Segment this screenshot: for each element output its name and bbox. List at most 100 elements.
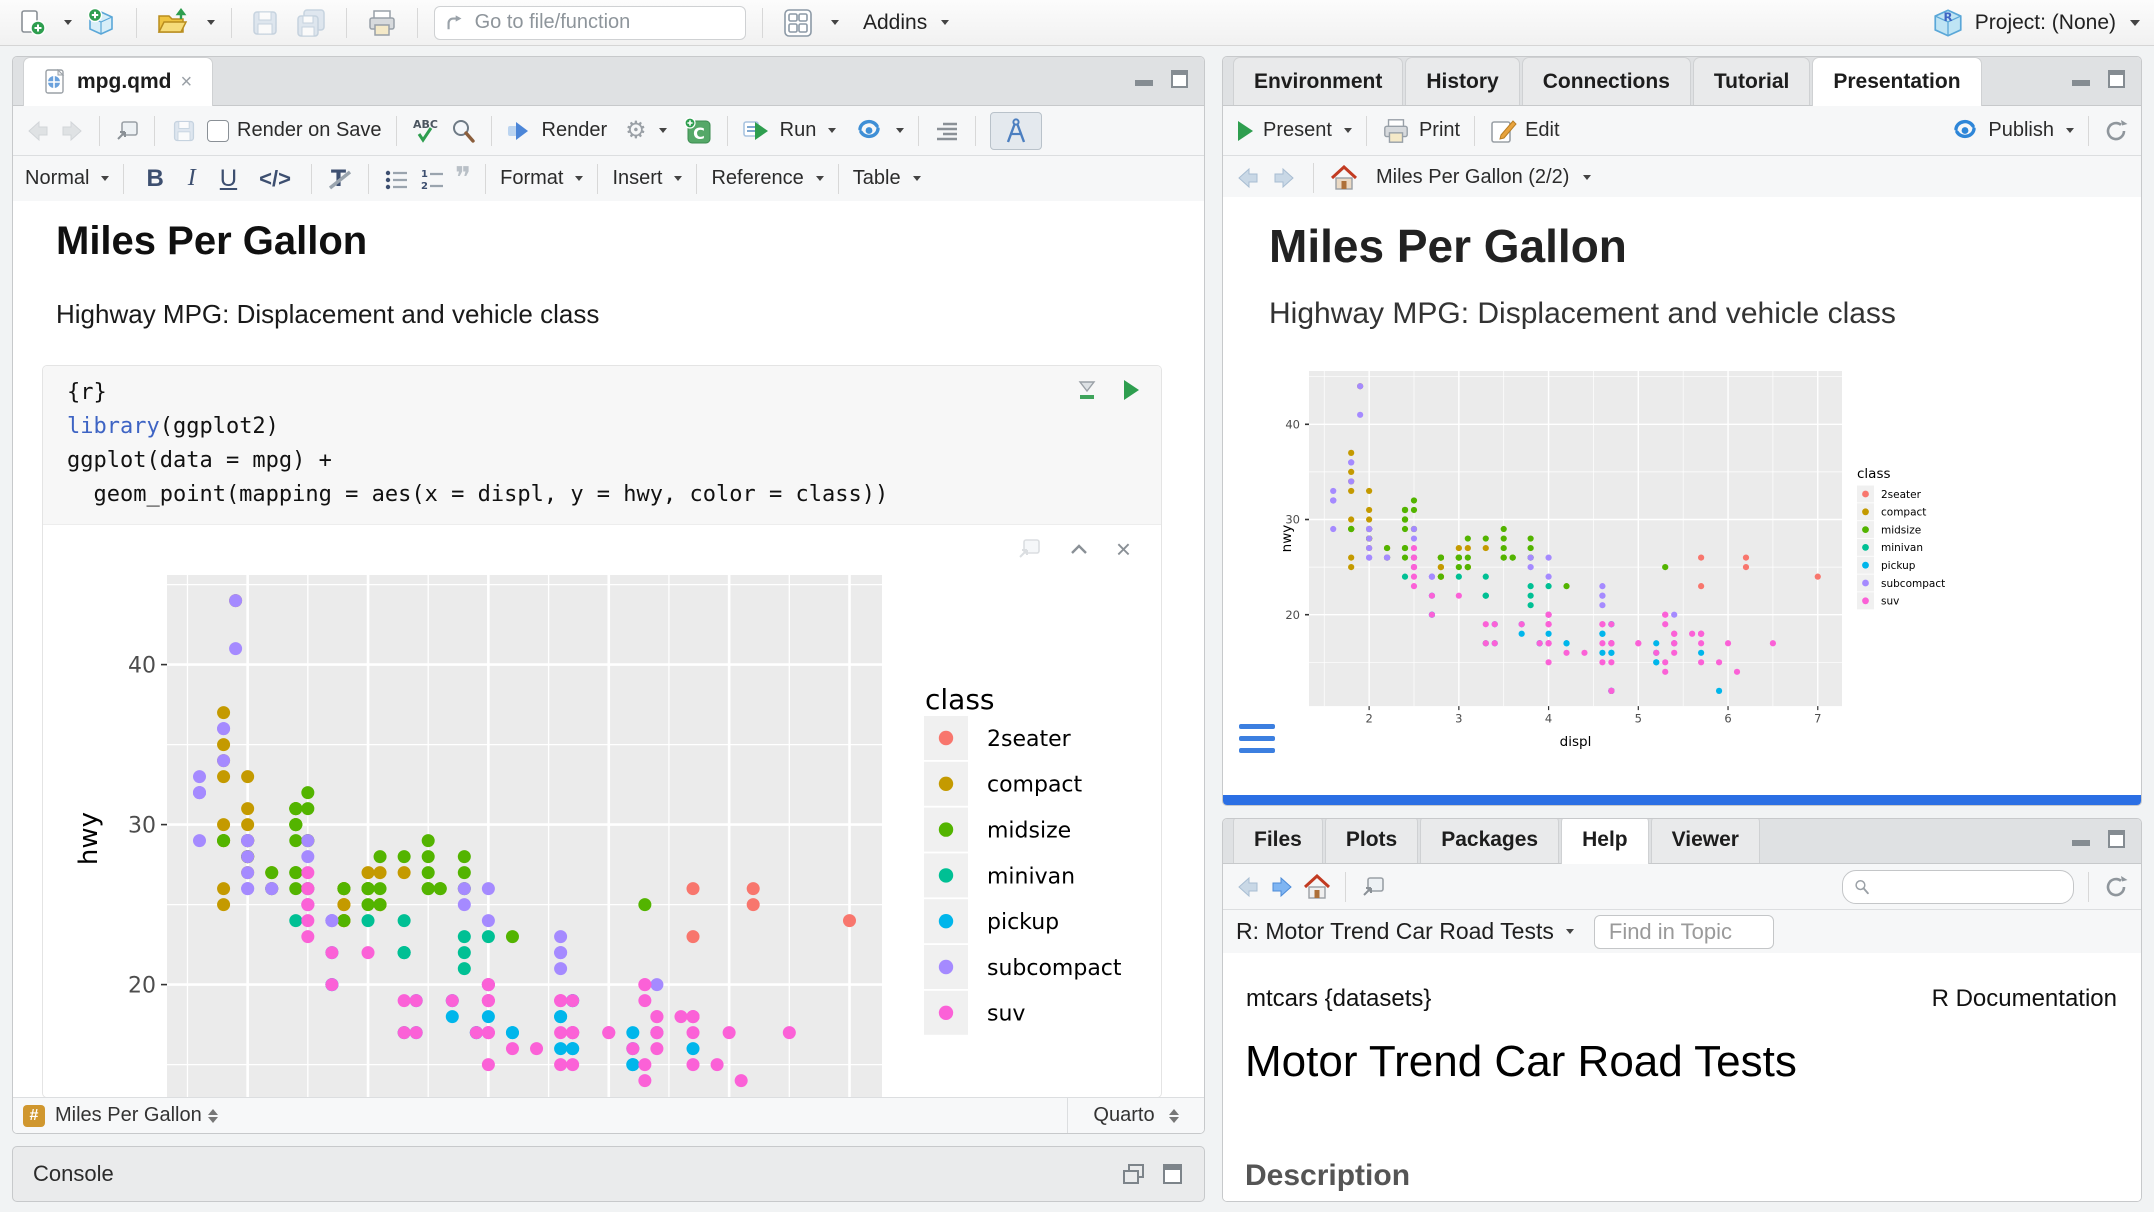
find-in-topic-box[interactable] bbox=[1594, 915, 1774, 949]
help-home-icon[interactable] bbox=[1303, 874, 1331, 900]
addins-dropdown[interactable] bbox=[941, 20, 949, 25]
insert-chunk-icon[interactable]: C bbox=[683, 116, 713, 146]
help-tab-packages[interactable]: Packages bbox=[1420, 818, 1559, 863]
help-forward-icon[interactable] bbox=[1269, 875, 1295, 899]
run-chunks-above-icon[interactable] bbox=[1075, 378, 1099, 402]
help-search-input[interactable] bbox=[1876, 874, 2063, 899]
document-canvas[interactable]: Miles Per Gallon Highway MPG: Displaceme… bbox=[13, 201, 1204, 1099]
slide-navigator-dropdown[interactable] bbox=[1583, 175, 1591, 180]
run-chunk-icon[interactable] bbox=[1121, 378, 1141, 402]
new-project-button[interactable] bbox=[82, 5, 120, 41]
slide-navigator[interactable]: Miles Per Gallon (2/2) bbox=[1376, 166, 1569, 189]
render-button[interactable]: Render bbox=[542, 119, 608, 142]
goto-file-input[interactable] bbox=[473, 10, 735, 35]
render-on-save-checkbox[interactable] bbox=[207, 120, 229, 142]
save-all-button[interactable] bbox=[292, 6, 330, 40]
save-document-button[interactable] bbox=[169, 117, 199, 145]
blockquote-icon[interactable]: ❞ bbox=[455, 169, 471, 189]
run-icon[interactable] bbox=[742, 118, 772, 144]
new-file-dropdown[interactable] bbox=[64, 20, 72, 25]
clear-output-icon[interactable]: × bbox=[1116, 539, 1131, 559]
nav-back-icon[interactable] bbox=[1235, 166, 1261, 190]
present-button[interactable]: Present bbox=[1263, 119, 1332, 142]
addins-menu[interactable]: Addins bbox=[863, 11, 927, 35]
bold-button[interactable]: B bbox=[138, 165, 171, 193]
insert-dropdown[interactable] bbox=[674, 176, 682, 181]
paragraph-style-menu[interactable]: Normal bbox=[25, 167, 89, 190]
presentation-tab-environment[interactable]: Environment bbox=[1233, 57, 1403, 105]
present-dropdown[interactable] bbox=[1344, 128, 1352, 133]
search-icon[interactable] bbox=[449, 117, 477, 145]
render-icon[interactable] bbox=[506, 118, 534, 144]
maximize-pane-icon[interactable] bbox=[1162, 1163, 1184, 1185]
save-button[interactable] bbox=[248, 7, 282, 39]
help-topic-dropdown[interactable] bbox=[1566, 929, 1574, 934]
clear-formatting-icon[interactable]: T bbox=[326, 166, 354, 192]
help-tab-files[interactable]: Files bbox=[1233, 818, 1323, 863]
print-button[interactable]: Print bbox=[1419, 119, 1460, 142]
present-icon[interactable] bbox=[1235, 119, 1255, 143]
edit-icon[interactable] bbox=[1489, 117, 1517, 145]
print-button[interactable] bbox=[363, 6, 401, 40]
paragraph-style-dropdown[interactable] bbox=[101, 176, 109, 181]
presentation-tab-presentation[interactable]: Presentation bbox=[1812, 57, 1981, 106]
output-popout-icon[interactable] bbox=[1016, 537, 1042, 561]
collapse-output-icon[interactable] bbox=[1068, 539, 1090, 559]
help-tab-plots[interactable]: Plots bbox=[1325, 818, 1418, 863]
forward-icon[interactable] bbox=[59, 119, 85, 143]
numbered-list-icon[interactable]: 1 2 bbox=[419, 167, 447, 191]
presentation-tab-tutorial[interactable]: Tutorial bbox=[1693, 57, 1810, 105]
run-button[interactable]: Run bbox=[780, 119, 817, 142]
rerun-icon[interactable] bbox=[854, 117, 884, 145]
publish-dropdown[interactable] bbox=[2066, 128, 2074, 133]
open-file-button[interactable] bbox=[153, 6, 193, 40]
publish-icon[interactable] bbox=[1950, 117, 1980, 145]
render-settings-dropdown[interactable] bbox=[659, 128, 667, 133]
table-dropdown[interactable] bbox=[913, 176, 921, 181]
maximize-pane-icon[interactable] bbox=[1170, 69, 1190, 89]
project-menu[interactable]: R Project: (None) bbox=[1931, 6, 2140, 40]
help-search-box[interactable] bbox=[1842, 870, 2074, 904]
help-popout-icon[interactable] bbox=[1360, 875, 1386, 899]
refresh-icon[interactable] bbox=[2103, 118, 2129, 144]
help-back-icon[interactable] bbox=[1235, 875, 1261, 899]
restore-pane-icon[interactable] bbox=[1122, 1163, 1146, 1185]
publish-button[interactable]: Publish bbox=[1988, 119, 2054, 142]
pane-layout-button[interactable] bbox=[779, 5, 817, 41]
italic-button[interactable]: I bbox=[180, 165, 204, 192]
help-topic-selector[interactable]: R: Motor Trend Car Road Tests bbox=[1236, 918, 1554, 945]
code-format-button[interactable]: </> bbox=[253, 166, 297, 192]
help-tab-help[interactable]: Help bbox=[1561, 818, 1649, 864]
slide-menu-icon[interactable] bbox=[1239, 724, 1275, 753]
open-file-dropdown[interactable] bbox=[207, 20, 215, 25]
find-in-topic-input[interactable] bbox=[1607, 918, 1761, 946]
rerun-dropdown[interactable] bbox=[896, 128, 904, 133]
pane-layout-dropdown[interactable] bbox=[831, 20, 839, 25]
nav-forward-icon[interactable] bbox=[1271, 166, 1297, 190]
outline-toggle-icon[interactable] bbox=[933, 119, 961, 143]
mode-selector[interactable]: Quarto bbox=[1067, 1098, 1204, 1133]
help-tab-viewer[interactable]: Viewer bbox=[1651, 818, 1760, 863]
console-pane[interactable]: Console bbox=[12, 1146, 1205, 1202]
format-dropdown[interactable] bbox=[575, 176, 583, 181]
presentation-tab-connections[interactable]: Connections bbox=[1522, 57, 1691, 105]
run-dropdown[interactable] bbox=[828, 128, 836, 133]
help-refresh-icon[interactable] bbox=[2103, 874, 2129, 900]
bullet-list-icon[interactable] bbox=[383, 167, 411, 191]
section-selector[interactable]: Miles Per Gallon bbox=[55, 1104, 202, 1127]
edit-button[interactable]: Edit bbox=[1525, 119, 1559, 142]
print-icon[interactable] bbox=[1381, 117, 1411, 145]
minimize-pane-icon[interactable] bbox=[1134, 70, 1156, 88]
minimize-pane-icon[interactable] bbox=[2071, 830, 2093, 848]
reference-menu[interactable]: Reference bbox=[711, 167, 803, 190]
spellcheck-icon[interactable]: ABC bbox=[411, 116, 441, 146]
gear-icon[interactable]: ⚙ bbox=[625, 116, 647, 145]
insert-menu[interactable]: Insert bbox=[612, 167, 662, 190]
presentation-tab-history[interactable]: History bbox=[1405, 57, 1519, 105]
reference-dropdown[interactable] bbox=[816, 176, 824, 181]
popout-icon[interactable] bbox=[114, 119, 140, 143]
tab-close-icon[interactable]: × bbox=[181, 71, 193, 94]
goto-file-search[interactable] bbox=[434, 6, 746, 40]
code-chunk[interactable]: {r} library(ggplot2)ggplot(data = mpg) +… bbox=[43, 366, 1161, 524]
underline-button[interactable]: U bbox=[212, 165, 245, 193]
